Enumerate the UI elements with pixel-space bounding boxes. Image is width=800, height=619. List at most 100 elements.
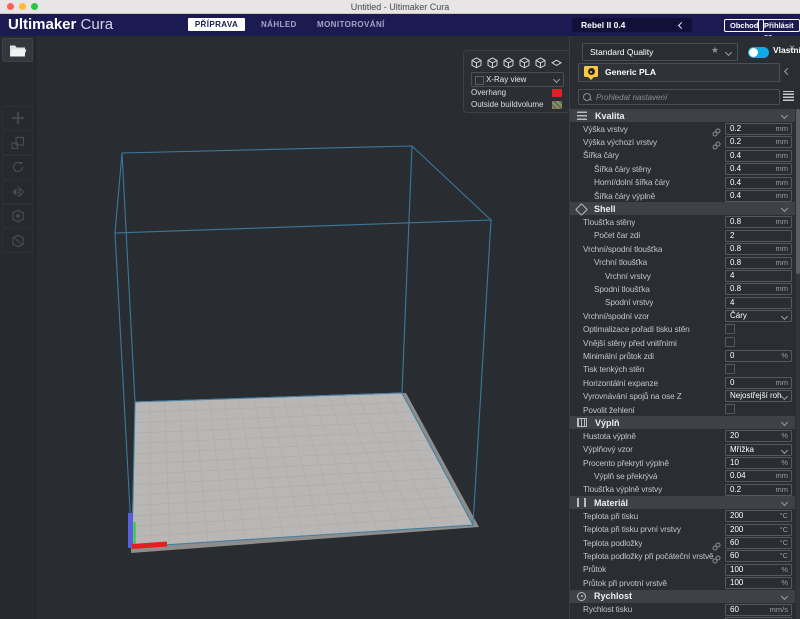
setting-checkbox[interactable] [725, 324, 735, 334]
setting-value-field[interactable]: 0.8mm [725, 243, 792, 255]
view-3d-icon[interactable] [471, 56, 483, 68]
mirror-tool-button[interactable] [2, 180, 33, 204]
setting-row: Teplota při tisku 200°C [570, 509, 795, 522]
star-icon[interactable]: ★ [711, 45, 719, 56]
setting-value-field[interactable]: 0% [725, 350, 792, 362]
setting-unit: mm [776, 284, 789, 294]
chevron-down-icon [781, 313, 788, 320]
setting-row: Optimalizace pořadí tisku stěn [570, 322, 795, 335]
printer-name: Rebel II 0.4 [581, 18, 625, 32]
view-top-icon[interactable] [503, 56, 515, 68]
setting-label: Teplota při tisku [570, 511, 638, 521]
setting-value-field[interactable]: 0.8 mm [725, 283, 792, 295]
search-input[interactable] [594, 90, 773, 104]
chevron-down-icon [553, 76, 560, 83]
mirror-tool-icon [11, 185, 25, 199]
setting-value-field[interactable]: 0.8mm [725, 257, 792, 269]
setting-value: 20 [730, 431, 739, 441]
section-header-materiál[interactable]: Materiál [570, 496, 795, 509]
3d-viewport[interactable]: X-Ray view OverhangOutside buildvolume [36, 36, 570, 619]
open-folder-icon [9, 43, 27, 58]
section-title: Výplň [595, 418, 620, 428]
scale-tool-button[interactable] [2, 131, 33, 155]
setting-label: Výška výchozí vrstvy [570, 137, 657, 147]
close-panel-icon[interactable]: × [789, 44, 795, 54]
setting-value: 200 [730, 525, 743, 535]
setting-value-field[interactable]: 60mm/s [725, 604, 792, 616]
setting-value-field[interactable]: 60°C [725, 537, 792, 549]
setting-dropdown[interactable]: Nejostřejší roh [725, 390, 792, 402]
setting-value-field[interactable]: 60°C [725, 550, 792, 562]
setting-dropdown[interactable]: Čáry [725, 310, 792, 322]
per-model-settings-tool-button[interactable] [2, 204, 33, 228]
setting-unit: mm [776, 191, 789, 201]
main-area: X-Ray view OverhangOutside buildvolume S… [0, 36, 800, 619]
build-plate-scene[interactable] [36, 36, 570, 619]
setting-value: 0.2 [730, 124, 741, 134]
setting-value-field[interactable]: 0.4mm [725, 190, 792, 202]
setting-value-field[interactable]: 0.2mm [725, 484, 792, 496]
setting-value-field[interactable]: 0.4mm [725, 177, 792, 189]
profile-dropdown[interactable]: Standard Quality ★ [582, 43, 738, 61]
section-header-kvalita[interactable]: Kvalita [570, 109, 795, 122]
setting-label: Minimální průtok zdi [570, 351, 654, 361]
setting-unit: °C [780, 551, 788, 561]
setting-value-field[interactable]: 0.2mm [725, 136, 792, 148]
search-icon [583, 93, 591, 101]
settings-menu-icon[interactable] [783, 91, 794, 101]
setting-value-field[interactable]: 0.2mm [725, 123, 792, 135]
setting-value-field[interactable]: 200°C [725, 510, 792, 522]
setting-checkbox[interactable] [725, 404, 735, 414]
setting-value-field[interactable]: 200°C [725, 524, 792, 536]
rotate-tool-button[interactable] [2, 155, 33, 179]
setting-checkbox[interactable] [725, 337, 735, 347]
view-bottom-icon[interactable] [551, 56, 563, 68]
view-right-icon[interactable] [535, 56, 547, 68]
open-file-button[interactable] [2, 38, 33, 62]
tab-preview[interactable]: NÁHLED [261, 18, 297, 31]
setting-row: Minimální průtok zdi 0% [570, 349, 795, 362]
setting-unit: mm [776, 151, 789, 161]
move-tool-button[interactable] [2, 106, 33, 130]
setting-row: Výška vrstvy0.2mm [570, 122, 795, 135]
setting-label: Šířka čáry výplně [570, 191, 655, 201]
setting-value: 0.8 [730, 284, 741, 294]
setting-value-field[interactable]: 100% [725, 577, 792, 589]
speed-icon [577, 592, 586, 601]
setting-unit: mm [776, 471, 789, 481]
setting-value-field[interactable]: 0mm [725, 377, 792, 389]
scrollbar-thumb[interactable] [796, 109, 800, 274]
sign-in-button[interactable]: Přihlásit se [758, 19, 800, 32]
setting-value-field[interactable]: 100% [725, 564, 792, 576]
section-header-shell[interactable]: Shell [570, 202, 795, 215]
setting-row: Vnější stěny před vnitřními [570, 336, 795, 349]
setting-value-field[interactable]: 0.4mm [725, 150, 792, 162]
setting-value-field[interactable]: 0.8mm [725, 216, 792, 228]
dropdown-value: Čáry [730, 311, 747, 321]
view-left-icon[interactable] [519, 56, 531, 68]
setting-value-field[interactable]: 10% [725, 457, 792, 469]
setting-label: Tloušťka stěny [570, 217, 635, 227]
setting-value-field[interactable]: 20% [725, 430, 792, 442]
view-mode-dropdown[interactable]: X-Ray view [471, 72, 564, 87]
setting-value-field[interactable]: 0.4mm [725, 163, 792, 175]
setting-row: Výplň se překrývá0.04mm [570, 469, 795, 482]
section-title: Shell [594, 204, 616, 214]
material-selector[interactable]: Generic PLA [578, 63, 780, 82]
setting-value-field[interactable]: 4 [725, 297, 792, 309]
support-blocker-tool-button[interactable] [2, 229, 33, 253]
section-header-výplň[interactable]: Výplň [570, 416, 795, 429]
section-header-rychlost[interactable]: Rychlost [570, 590, 795, 603]
shell-icon [575, 203, 588, 216]
tab-prepare[interactable]: PŘÍPRAVA [188, 18, 245, 31]
setting-value-field[interactable]: 0.04mm [725, 470, 792, 482]
view-front-icon[interactable] [487, 56, 499, 68]
setting-dropdown[interactable]: Mřížka [725, 444, 792, 456]
tab-monitor[interactable]: MONITOROVÁNÍ [317, 18, 385, 31]
printer-selector[interactable]: Rebel II 0.4 [572, 18, 692, 32]
setting-checkbox[interactable] [725, 364, 735, 374]
custom-settings-toggle[interactable] [748, 47, 769, 58]
collapse-chevron-icon[interactable] [784, 68, 791, 75]
setting-value-field[interactable]: 2 [725, 230, 792, 242]
setting-value-field[interactable]: 4 [725, 270, 792, 282]
